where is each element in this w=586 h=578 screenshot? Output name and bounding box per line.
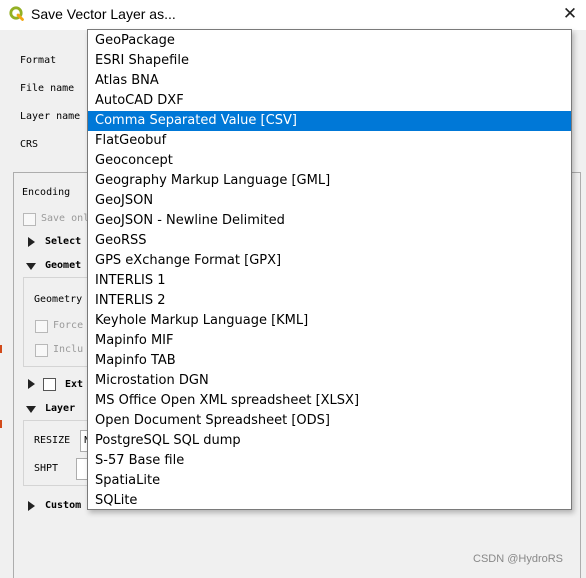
format-option[interactable]: Microstation DGN: [88, 371, 571, 391]
format-option[interactable]: GPS eXchange Format [GPX]: [88, 251, 571, 271]
format-option[interactable]: S-57 Base file: [88, 451, 571, 471]
format-dropdown-list[interactable]: GeoPackage ESRI Shapefile Atlas BNA AutoCAD…: [87, 29, 572, 510]
format-option[interactable]: Geoconcept: [88, 151, 571, 171]
crs-label: CRS: [20, 139, 39, 150]
format-option[interactable]: FlatGeobuf: [88, 131, 571, 151]
layer-name-label: Layer name: [20, 111, 81, 122]
expand-arrow-icon[interactable]: [28, 379, 35, 389]
file-name-label: File name: [20, 83, 75, 94]
window-title: Save Vector Layer as...: [31, 6, 176, 22]
geometry-type-label: Geometry: [34, 294, 83, 305]
format-option[interactable]: Mapinfo MIF: [88, 331, 571, 351]
format-label: Format: [20, 55, 57, 66]
format-option[interactable]: AutoCAD DXF: [88, 91, 571, 111]
format-option[interactable]: Open Document Spreadsheet [ODS]: [88, 411, 571, 431]
format-option[interactable]: SpatiaLite: [88, 471, 571, 491]
include-z-checkbox[interactable]: [35, 344, 48, 357]
save-only-checkbox[interactable]: [23, 213, 36, 226]
qgis-logo-icon: [9, 6, 24, 21]
shpt-label: SHPT: [34, 463, 59, 474]
format-option[interactable]: GeoJSON: [88, 191, 571, 211]
layer-options-group: RESIZE N SHPT: [23, 420, 96, 486]
format-option[interactable]: ESRI Shapefile: [88, 51, 571, 71]
geometry-header[interactable]: Geomet: [45, 260, 81, 271]
collapse-arrow-icon[interactable]: [26, 263, 36, 270]
geometry-group: Geometry Force Inclu: [23, 277, 95, 367]
encoding-label: Encoding: [22, 187, 71, 198]
format-option[interactable]: Atlas BNA: [88, 71, 571, 91]
format-option[interactable]: GeoPackage: [88, 31, 571, 51]
force-multi-checkbox[interactable]: [35, 320, 48, 333]
format-option[interactable]: Keyhole Markup Language [KML]: [88, 311, 571, 331]
format-option[interactable]: INTERLIS 2: [88, 291, 571, 311]
layer-options-header[interactable]: Layer: [45, 403, 75, 414]
collapse-arrow-icon[interactable]: [26, 406, 36, 413]
extent-checkbox[interactable]: [43, 378, 56, 391]
format-option[interactable]: GeoJSON - Newline Delimited: [88, 211, 571, 231]
title-bar: Save Vector Layer as... ✕: [0, 0, 586, 30]
select-fields-header[interactable]: Select: [45, 236, 81, 247]
edge-marker: [0, 420, 2, 428]
watermark: CSDN @HydroRS: [473, 553, 564, 565]
expand-arrow-icon[interactable]: [28, 501, 35, 511]
save-only-label: Save onl: [41, 213, 90, 224]
format-option[interactable]: SQLite: [88, 491, 571, 511]
format-option[interactable]: Geography Markup Language [GML]: [88, 171, 571, 191]
format-option[interactable]: MS Office Open XML spreadsheet [XLSX]: [88, 391, 571, 411]
format-option[interactable]: Comma Separated Value [CSV]: [88, 111, 571, 131]
include-label: Inclu: [53, 344, 84, 355]
format-option[interactable]: PostgreSQL SQL dump: [88, 431, 571, 451]
close-icon[interactable]: ✕: [558, 2, 582, 26]
extent-header[interactable]: Ext: [65, 379, 83, 390]
edge-marker: [0, 345, 2, 353]
force-label: Force: [53, 320, 84, 331]
expand-arrow-icon[interactable]: [28, 237, 35, 247]
custom-options-header[interactable]: Custom: [45, 500, 81, 511]
format-option[interactable]: GeoRSS: [88, 231, 571, 251]
resize-label: RESIZE: [34, 435, 71, 446]
format-option[interactable]: Mapinfo TAB: [88, 351, 571, 371]
format-option[interactable]: INTERLIS 1: [88, 271, 571, 291]
